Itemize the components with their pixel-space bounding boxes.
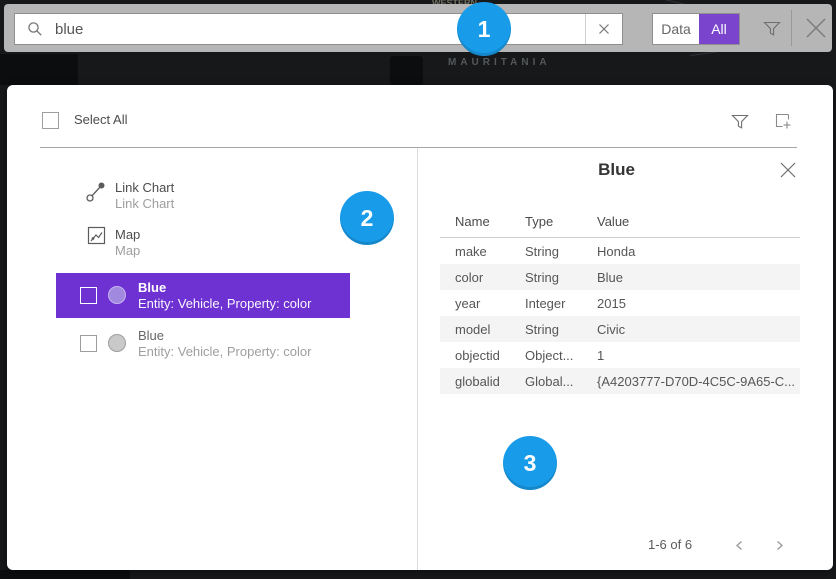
cell-name: objectid — [455, 348, 500, 363]
result-subtitle: Link Chart — [115, 196, 174, 211]
result-title: Blue — [138, 280, 166, 295]
table-row: objectid Object... 1 — [440, 342, 800, 368]
cell-type: Global... — [525, 374, 573, 389]
result-subtitle: Entity: Vehicle, Property: color — [138, 296, 311, 311]
scope-option-data[interactable]: Data — [653, 14, 699, 44]
map-landmass — [0, 570, 130, 579]
result-title: Link Chart — [115, 180, 174, 195]
search-icon — [27, 21, 43, 37]
filter-button[interactable] — [752, 8, 792, 48]
cell-name: model — [455, 322, 490, 337]
cell-value: Honda — [597, 244, 635, 259]
table-row: make String Honda — [440, 238, 800, 264]
cell-type: Integer — [525, 296, 565, 311]
table-row: globalid Global... {A4203777-D70D-4C5C-9… — [440, 368, 800, 394]
search-scope-toggle: Data All — [652, 13, 740, 45]
cell-type: String — [525, 244, 559, 259]
close-search-button[interactable] — [796, 8, 836, 48]
map-label-mauritania: MAURITANIA — [448, 57, 551, 68]
cell-value: 1 — [597, 348, 604, 363]
result-title: Blue — [138, 328, 164, 343]
cell-value: Civic — [597, 322, 625, 337]
toolbar-divider — [791, 10, 792, 46]
table-row: color String Blue — [440, 264, 800, 290]
close-icon — [779, 161, 797, 179]
annotation-badge-3: 3 — [503, 436, 557, 490]
details-close-button[interactable] — [779, 161, 797, 179]
cell-name: globalid — [455, 374, 500, 389]
close-icon — [804, 16, 828, 40]
cell-value: 2015 — [597, 296, 626, 311]
cell-value: {A4203777-D70D-4C5C-9A65-C... — [597, 374, 795, 389]
link-chart-icon — [86, 179, 108, 208]
cell-type: String — [525, 270, 559, 285]
column-header-name: Name — [455, 214, 490, 229]
result-checkbox[interactable] — [80, 287, 97, 304]
chevron-left-icon — [734, 540, 745, 551]
search-box[interactable] — [14, 13, 623, 45]
column-header-value: Value — [597, 214, 629, 229]
result-subtitle: Map — [115, 243, 140, 258]
header-divider — [40, 147, 797, 148]
cell-name: make — [455, 244, 487, 259]
select-all-checkbox[interactable] — [42, 112, 59, 129]
result-subtitle: Entity: Vehicle, Property: color — [138, 344, 311, 359]
annotation-badge-1: 1 — [457, 2, 511, 56]
cell-type: String — [525, 322, 559, 337]
chevron-right-icon — [774, 540, 785, 551]
add-selection-icon — [773, 111, 793, 131]
details-title: Blue — [433, 160, 800, 180]
result-checkbox[interactable] — [80, 335, 97, 352]
filter-icon — [730, 111, 750, 131]
annotation-badge-2: 2 — [340, 191, 394, 245]
pagination-prev-button[interactable] — [731, 537, 747, 553]
result-item-blue-selected[interactable]: Blue Entity: Vehicle, Property: color — [56, 273, 350, 318]
entity-circle-icon — [108, 286, 126, 304]
search-results-dialog: Select All Link Chart Link Chart — [7, 85, 833, 570]
scope-option-all[interactable]: All — [699, 14, 739, 44]
search-toolbar: Data All — [4, 4, 832, 52]
cell-value: Blue — [597, 270, 623, 285]
column-header-type: Type — [525, 214, 553, 229]
result-title: Map — [115, 227, 140, 242]
cell-name: color — [455, 270, 483, 285]
cell-type: Object... — [525, 348, 573, 363]
filter-icon — [762, 18, 782, 38]
clear-search-button[interactable] — [585, 14, 622, 44]
table-row: model String Civic — [440, 316, 800, 342]
results-filter-button[interactable] — [730, 111, 750, 131]
map-icon — [87, 226, 106, 250]
map-landmass — [0, 54, 78, 85]
add-selection-button[interactable] — [773, 111, 793, 131]
pagination-next-button[interactable] — [771, 537, 787, 553]
clear-icon — [598, 23, 610, 35]
entity-circle-icon — [108, 334, 126, 352]
map-landmass — [390, 56, 423, 85]
pagination-range: 1-6 of 6 — [648, 537, 692, 552]
select-all-label: Select All — [74, 112, 127, 127]
cell-name: year — [455, 296, 480, 311]
table-row: year Integer 2015 — [440, 290, 800, 316]
panel-divider — [417, 148, 418, 570]
